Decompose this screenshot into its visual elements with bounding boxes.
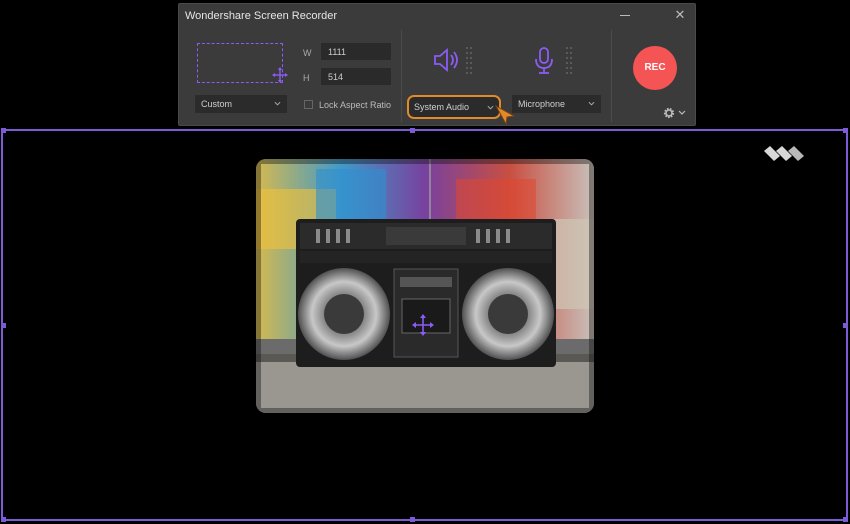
resize-handle[interactable] bbox=[1, 323, 6, 328]
width-label: W bbox=[303, 48, 312, 58]
boombox-photo bbox=[256, 159, 594, 413]
chevron-down-icon bbox=[487, 105, 494, 110]
window-title: Wondershare Screen Recorder bbox=[185, 10, 338, 22]
system-audio-value: System Audio bbox=[414, 102, 470, 112]
height-field[interactable]: 514 bbox=[321, 68, 391, 85]
divider bbox=[611, 30, 612, 122]
system-audio-level-meter bbox=[465, 46, 475, 74]
microphone-value: Microphone bbox=[518, 99, 566, 109]
resize-handle[interactable] bbox=[843, 517, 848, 522]
system-audio-dropdown[interactable]: System Audio bbox=[407, 95, 501, 119]
chevron-down-icon bbox=[274, 101, 281, 106]
recorder-panel: Wondershare Screen Recorder ✕ W 1111 H 5… bbox=[178, 3, 696, 126]
resize-handle[interactable] bbox=[1, 517, 6, 522]
resize-handle[interactable] bbox=[410, 128, 415, 133]
area-preset-dropdown[interactable]: Custom bbox=[195, 95, 287, 113]
resize-handle[interactable] bbox=[843, 323, 848, 328]
wondershare-logo-icon bbox=[764, 146, 806, 166]
resize-handle[interactable] bbox=[410, 517, 415, 522]
microphone-level-meter bbox=[565, 46, 575, 74]
gear-icon bbox=[663, 107, 675, 119]
microphone-icon[interactable] bbox=[533, 45, 555, 75]
mouse-cursor-icon bbox=[494, 104, 516, 126]
resize-handle[interactable] bbox=[1, 128, 6, 133]
lock-aspect-checkbox[interactable] bbox=[304, 100, 313, 109]
speaker-icon[interactable] bbox=[432, 45, 462, 75]
microphone-dropdown[interactable]: Microphone bbox=[512, 95, 601, 113]
minimize-button[interactable] bbox=[619, 6, 633, 24]
width-field[interactable]: 1111 bbox=[321, 43, 391, 60]
resize-handle[interactable] bbox=[843, 128, 848, 133]
height-label: H bbox=[303, 73, 310, 83]
rec-button[interactable]: REC bbox=[633, 46, 677, 90]
settings-button[interactable] bbox=[662, 106, 688, 120]
move-icon[interactable] bbox=[412, 314, 434, 336]
close-button[interactable]: ✕ bbox=[673, 7, 687, 23]
chevron-down-icon bbox=[588, 101, 595, 106]
move-icon bbox=[271, 66, 289, 84]
divider bbox=[401, 30, 402, 122]
lock-aspect-label: Lock Aspect Ratio bbox=[319, 100, 392, 110]
area-preset-value: Custom bbox=[201, 99, 233, 109]
